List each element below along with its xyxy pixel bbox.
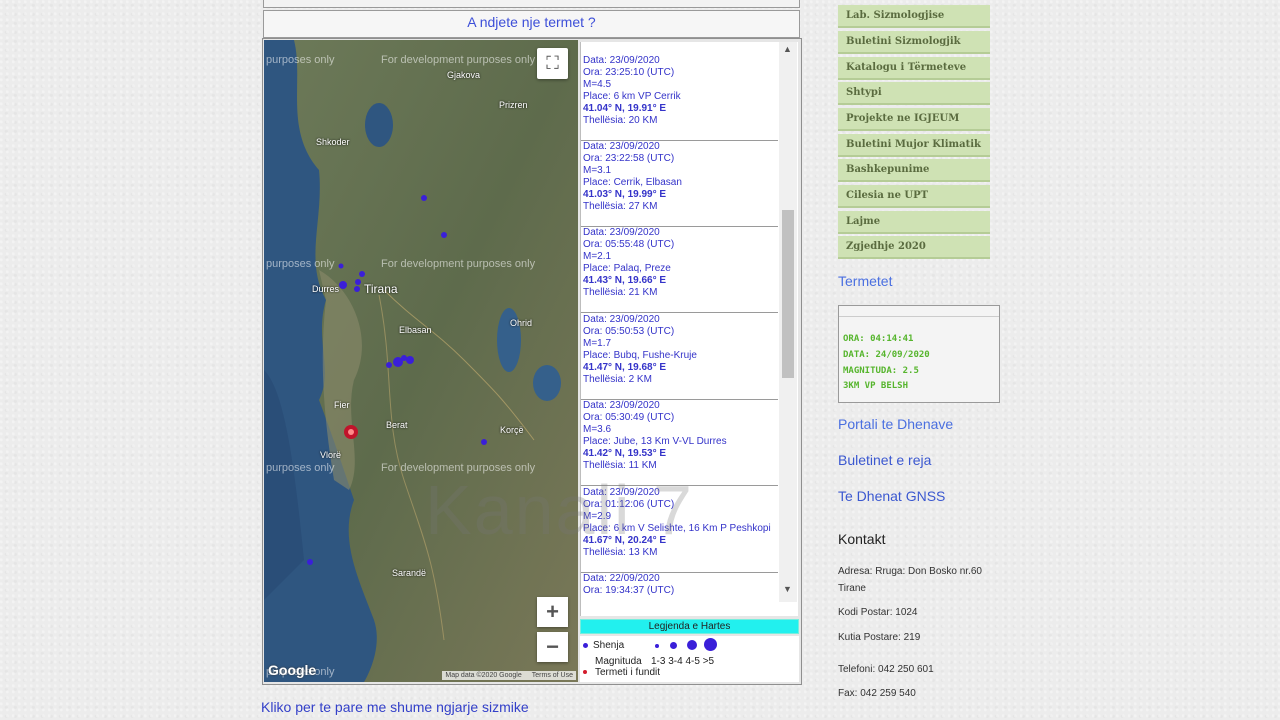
contact-postal-code: Kodi Postar: 1024 xyxy=(838,607,918,618)
city-label: Korçë xyxy=(500,425,524,435)
dev-watermark: For development purposes only xyxy=(381,258,536,270)
portali-link[interactable]: Portali te Dhenave xyxy=(838,416,953,432)
menu-item-buletini[interactable]: Buletini Sizmologjik xyxy=(838,31,990,54)
quake-marker xyxy=(338,263,344,269)
menu-item-lab[interactable]: Lab. Sizmologjise xyxy=(838,5,990,28)
city-label: Durres xyxy=(312,284,340,294)
city-label: Prizren xyxy=(499,100,528,110)
city-label: Tirana xyxy=(364,282,398,296)
city-label: Gjakova xyxy=(447,70,481,80)
menu-item-shtypi[interactable]: Shtypi xyxy=(838,82,990,105)
map-legend: Shenja Magnituda 1-3 3-4 4-5 >5 Termeti … xyxy=(580,636,799,682)
dev-watermark: purposes only xyxy=(266,462,335,474)
menu-item-lajme[interactable]: Lajme xyxy=(838,211,990,234)
channel-watermark: Kanali 7 xyxy=(425,471,694,549)
quake-marker xyxy=(481,439,487,445)
list-scrollbar[interactable]: ▲ ▼ xyxy=(779,42,797,602)
legend-magnituda: Magnituda xyxy=(595,656,642,667)
question-bar: A ndjete nje termet ? xyxy=(263,10,800,38)
quake-marker xyxy=(421,195,427,201)
quake-marker xyxy=(339,281,347,289)
quake-marker xyxy=(401,355,407,361)
latest-date: DATA: 24/09/2020 xyxy=(843,350,930,360)
scroll-thumb[interactable] xyxy=(782,210,794,378)
latest-place: 3KM VP BELSH xyxy=(843,381,909,391)
termetet-link[interactable]: Termetet xyxy=(838,273,892,289)
legend-shenja: Shenja xyxy=(593,640,625,651)
legend-last: Termeti i fundit xyxy=(595,667,661,678)
city-label: Fier xyxy=(334,400,350,410)
felt-earthquake-link[interactable]: A ndjete nje termet ? xyxy=(467,14,595,30)
list-item[interactable]: Data: 23/09/2020 Ora: 05:50:53 (UTC) M=1… xyxy=(581,314,778,400)
zoom-out-button[interactable]: − xyxy=(537,632,568,662)
menu-item-projekte[interactable]: Projekte ne IGJEUM xyxy=(838,108,990,131)
legend-dot-4 xyxy=(704,638,717,651)
latest-quake-box: ORA: 04:14:41 DATA: 24/09/2020 MAGNITUDA… xyxy=(838,305,1000,403)
contact-po-box: Kutia Postare: 219 xyxy=(838,632,921,643)
menu-item-bashkepunime[interactable]: Bashkepunime xyxy=(838,159,990,182)
quake-marker xyxy=(355,279,361,285)
terms-link[interactable]: Terms of Use xyxy=(532,672,573,679)
legend-ranges: 1-3 3-4 4-5 >5 xyxy=(651,656,715,667)
map-terrain xyxy=(264,40,578,682)
scroll-up-icon[interactable]: ▲ xyxy=(783,44,792,54)
city-label: Vlorë xyxy=(320,450,342,460)
menu-item-zgjedhje[interactable]: Zgjedhje 2020 xyxy=(838,236,990,259)
list-item[interactable]: Data: 22/09/2020 Ora: 19:34:37 (UTC) xyxy=(581,573,778,616)
scroll-down-icon[interactable]: ▼ xyxy=(783,584,792,594)
earthquake-map[interactable]: purposes only For development purposes o… xyxy=(264,40,578,682)
contact-phone: Telefoni: 042 250 601 xyxy=(838,664,934,675)
contact-fax: Fax: 042 259 540 xyxy=(838,688,916,699)
map-attribution: Map data ©2020 Google Terms of Use xyxy=(442,671,576,680)
dev-watermark: For development purposes only xyxy=(381,54,536,66)
city-label: Shkoder xyxy=(316,137,350,147)
city-label: Sarandë xyxy=(392,568,427,578)
top-border xyxy=(263,0,800,8)
legend-dot-2 xyxy=(670,642,677,649)
list-item[interactable]: Data: 23/09/2020 Ora: 23:22:58 (UTC) M=3… xyxy=(581,141,778,227)
city-label: Berat xyxy=(386,420,408,430)
list-item[interactable]: Data: 23/09/2020 Ora: 05:55:48 (UTC) M=2… xyxy=(581,227,778,313)
dev-watermark: purposes only xyxy=(266,54,335,66)
legend-last-dot xyxy=(583,670,587,674)
more-events-link[interactable]: Kliko per te pare me shume ngjarje sizmi… xyxy=(261,699,529,715)
contact-city: Tirane xyxy=(838,583,866,594)
fullscreen-icon: ⛶ xyxy=(546,53,559,73)
quake-marker xyxy=(354,286,360,292)
legend-dot-1 xyxy=(655,644,659,648)
legend-dot xyxy=(583,643,588,648)
city-label: Elbasan xyxy=(399,325,432,335)
city-label: Ohrid xyxy=(510,318,533,328)
minus-icon: − xyxy=(546,634,559,659)
quake-marker xyxy=(386,362,392,368)
list-item[interactable]: Data: 23/09/2020 Ora: 23:25:10 (UTC) M=4… xyxy=(581,55,778,141)
zoom-in-button[interactable]: + xyxy=(537,597,568,627)
contact-heading: Kontakt xyxy=(838,531,886,547)
plus-icon: + xyxy=(546,599,559,624)
menu-item-klimatik[interactable]: Buletini Mujor Klimatik xyxy=(838,134,990,157)
quake-marker xyxy=(441,232,447,238)
latest-time: ORA: 04:14:41 xyxy=(843,334,914,344)
gnss-link[interactable]: Te Dhenat GNSS xyxy=(838,488,945,504)
legend-title: Legjenda e Hartes xyxy=(580,619,799,634)
google-logo: Google xyxy=(268,662,317,678)
latest-magnitude: MAGNITUDA: 2.5 xyxy=(843,366,919,376)
legend-dot-3 xyxy=(687,640,697,650)
dev-watermark: purposes only xyxy=(266,258,335,270)
quake-marker xyxy=(406,356,414,364)
menu-item-cilesia[interactable]: Cilesia ne UPT xyxy=(838,185,990,208)
contact-address: Adresa: Rruga: Don Bosko nr.60 xyxy=(838,566,982,577)
map-data-text: Map data ©2020 Google xyxy=(445,672,522,679)
menu-item-katalogu[interactable]: Katalogu i Tërmeteve xyxy=(838,57,990,80)
fullscreen-button[interactable]: ⛶ xyxy=(537,48,568,79)
quake-marker xyxy=(307,559,313,565)
quake-marker xyxy=(359,271,365,277)
buletinet-link[interactable]: Buletinet e reja xyxy=(838,452,931,468)
